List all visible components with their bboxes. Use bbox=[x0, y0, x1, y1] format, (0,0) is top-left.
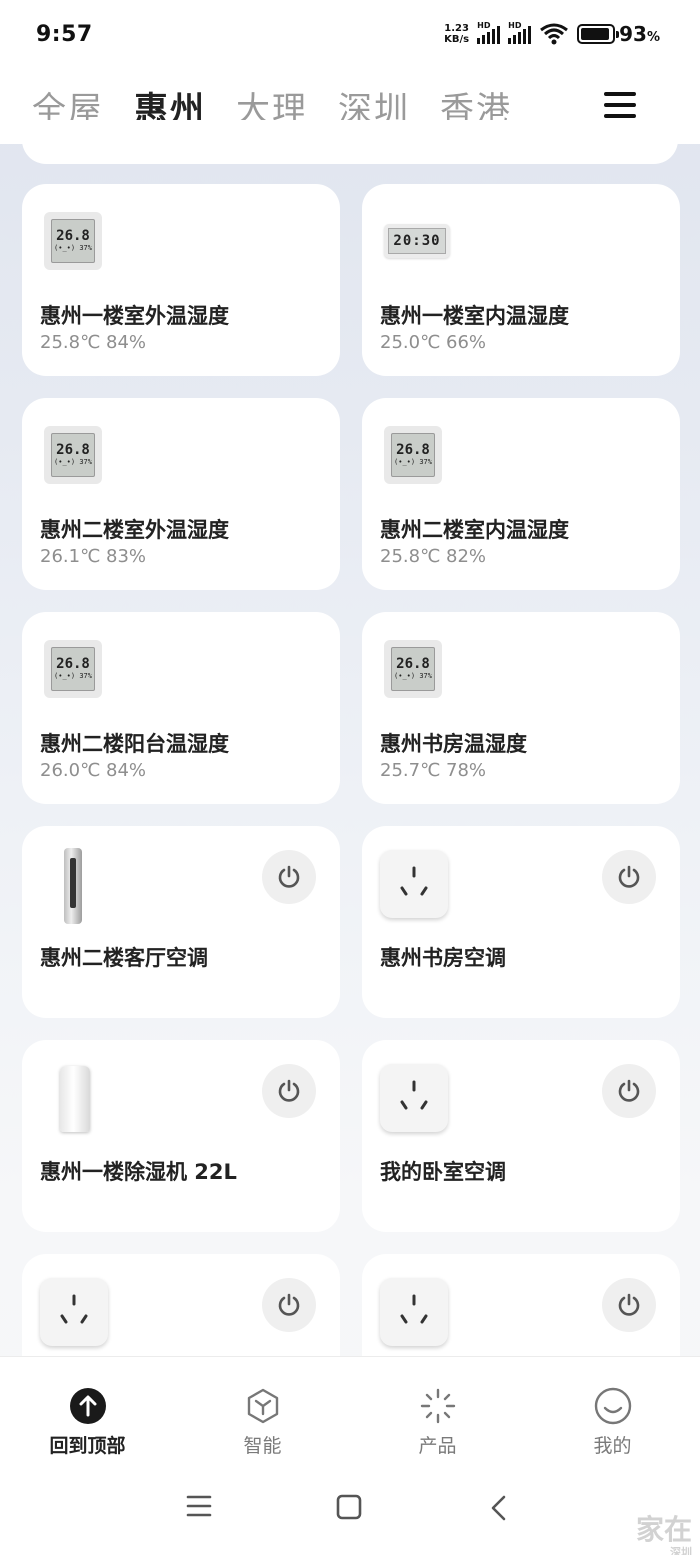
net-speed: 1.23 KB/s bbox=[444, 23, 469, 45]
device-card[interactable]: 26.8 (•_•) 37% 惠州二楼阳台温湿度 26.0℃ 84% bbox=[22, 612, 340, 804]
sparkle-icon bbox=[419, 1387, 457, 1425]
recents-icon[interactable] bbox=[186, 1494, 212, 1522]
device-name: 惠州一楼室内温湿度 bbox=[380, 304, 569, 328]
device-status: 25.8℃ 82% bbox=[380, 546, 487, 567]
system-nav-bar bbox=[0, 1466, 700, 1555]
ac-socket-icon bbox=[380, 1064, 448, 1132]
device-status: 26.1℃ 83% bbox=[40, 546, 147, 567]
device-card[interactable]: 26.8 (•_•) 37% 惠州书房温湿度 25.7℃ 78% bbox=[362, 612, 680, 804]
device-card[interactable]: 20:30 惠州一楼室内温湿度 25.0℃ 66% bbox=[362, 184, 680, 376]
signal-icon-2: HD bbox=[508, 21, 532, 44]
power-button[interactable] bbox=[602, 1278, 656, 1332]
device-card[interactable]: 惠州二楼客厅空调 bbox=[22, 826, 340, 1018]
device-name: 惠州二楼室内温湿度 bbox=[380, 518, 569, 542]
device-status: 25.7℃ 78% bbox=[380, 760, 487, 781]
battery-percent: 93% bbox=[619, 22, 660, 46]
power-icon bbox=[278, 1293, 300, 1316]
power-button[interactable] bbox=[262, 1064, 316, 1118]
power-icon bbox=[618, 1293, 640, 1316]
thermometer-icon: 26.8 (•_•) 37% bbox=[384, 426, 444, 486]
status-bar: 9:57 1.23 KB/s HD HD 93% bbox=[0, 0, 700, 70]
nav-back-to-top[interactable]: 回到顶部 bbox=[0, 1357, 175, 1466]
device-name: 惠州一楼除湿机 22L bbox=[40, 1160, 237, 1184]
device-card[interactable]: 26.8 (•_•) 37% 惠州一楼室外温湿度 25.8℃ 84% bbox=[22, 184, 340, 376]
power-button[interactable] bbox=[262, 1278, 316, 1332]
device-card[interactable]: 26.8 (•_•) 37% 惠州二楼室外温湿度 26.1℃ 83% bbox=[22, 398, 340, 590]
hd-label: HD bbox=[477, 21, 491, 30]
bottom-nav: 回到顶部 智能 产品 我的 bbox=[0, 1356, 700, 1466]
device-name: 惠州二楼客厅空调 bbox=[40, 946, 208, 970]
power-icon bbox=[278, 865, 300, 888]
power-button[interactable] bbox=[602, 850, 656, 904]
nav-label: 产品 bbox=[418, 1435, 457, 1457]
device-status: 25.0℃ 66% bbox=[380, 332, 487, 353]
thermometer-icon: 26.8 (•_•) 37% bbox=[44, 212, 104, 272]
dehumidifier-icon bbox=[60, 1066, 90, 1132]
power-icon bbox=[618, 1079, 640, 1102]
ac-socket-icon bbox=[380, 1278, 448, 1346]
nav-label: 回到顶部 bbox=[49, 1435, 126, 1457]
net-speed-value: 1.23 bbox=[444, 23, 469, 34]
power-button[interactable] bbox=[262, 850, 316, 904]
partial-card bbox=[22, 120, 678, 164]
ac-socket-icon bbox=[40, 1278, 108, 1346]
nav-label: 我的 bbox=[593, 1435, 632, 1457]
device-name: 惠州二楼室外温湿度 bbox=[40, 518, 229, 542]
device-status: 25.8℃ 84% bbox=[40, 332, 147, 353]
net-speed-unit: KB/s bbox=[444, 34, 470, 45]
nav-label: 智能 bbox=[243, 1435, 282, 1457]
power-icon bbox=[278, 1079, 300, 1102]
nav-smart[interactable]: 智能 bbox=[175, 1357, 350, 1466]
smile-icon bbox=[594, 1387, 632, 1425]
menu-icon[interactable] bbox=[604, 92, 636, 118]
back-icon[interactable] bbox=[488, 1494, 510, 1526]
device-name: 惠州一楼室外温湿度 bbox=[40, 304, 229, 328]
arrow-up-icon bbox=[69, 1387, 107, 1425]
nav-mine[interactable]: 我的 bbox=[525, 1357, 700, 1466]
tower-ac-icon bbox=[64, 848, 82, 924]
device-card[interactable]: 我的卧室空调 bbox=[362, 1040, 680, 1232]
device-card[interactable]: 26.8 (•_•) 37% 惠州二楼室内温湿度 25.8℃ 82% bbox=[362, 398, 680, 590]
hexagon-icon bbox=[244, 1387, 282, 1425]
device-status: 26.0℃ 84% bbox=[40, 760, 147, 781]
device-name: 惠州书房温湿度 bbox=[380, 732, 527, 756]
device-name: 惠州书房空调 bbox=[380, 946, 506, 970]
device-card[interactable]: 惠州书房空调 bbox=[362, 826, 680, 1018]
wifi-icon bbox=[540, 23, 569, 45]
nav-products[interactable]: 产品 bbox=[350, 1357, 525, 1466]
power-icon bbox=[618, 865, 640, 888]
power-button[interactable] bbox=[602, 1064, 656, 1118]
thermometer-icon: 26.8 (•_•) 37% bbox=[44, 640, 104, 700]
watermark-logo: 家在 深圳 bbox=[635, 1513, 692, 1555]
device-name: 惠州二楼阳台温湿度 bbox=[40, 732, 229, 756]
status-time: 9:57 bbox=[36, 22, 93, 47]
thermometer-icon: 26.8 (•_•) 37% bbox=[44, 426, 104, 486]
device-name: 我的卧室空调 bbox=[380, 1160, 506, 1184]
thermometer-icon: 26.8 (•_•) 37% bbox=[384, 640, 444, 700]
clock-thermometer-icon: 20:30 bbox=[384, 212, 450, 272]
status-icons: 1.23 KB/s HD HD 93% bbox=[444, 21, 660, 46]
battery-icon: 93% bbox=[577, 22, 660, 46]
device-grid: 26.8 (•_•) 37% 惠州一楼室外温湿度 25.8℃ 84% 20:30 … bbox=[22, 184, 680, 1446]
ac-socket-icon bbox=[380, 850, 448, 918]
home-icon[interactable] bbox=[336, 1494, 362, 1524]
signal-icon: HD bbox=[477, 21, 501, 44]
device-card[interactable]: 惠州一楼除湿机 22L bbox=[22, 1040, 340, 1232]
hd-label-2: HD bbox=[508, 21, 522, 30]
